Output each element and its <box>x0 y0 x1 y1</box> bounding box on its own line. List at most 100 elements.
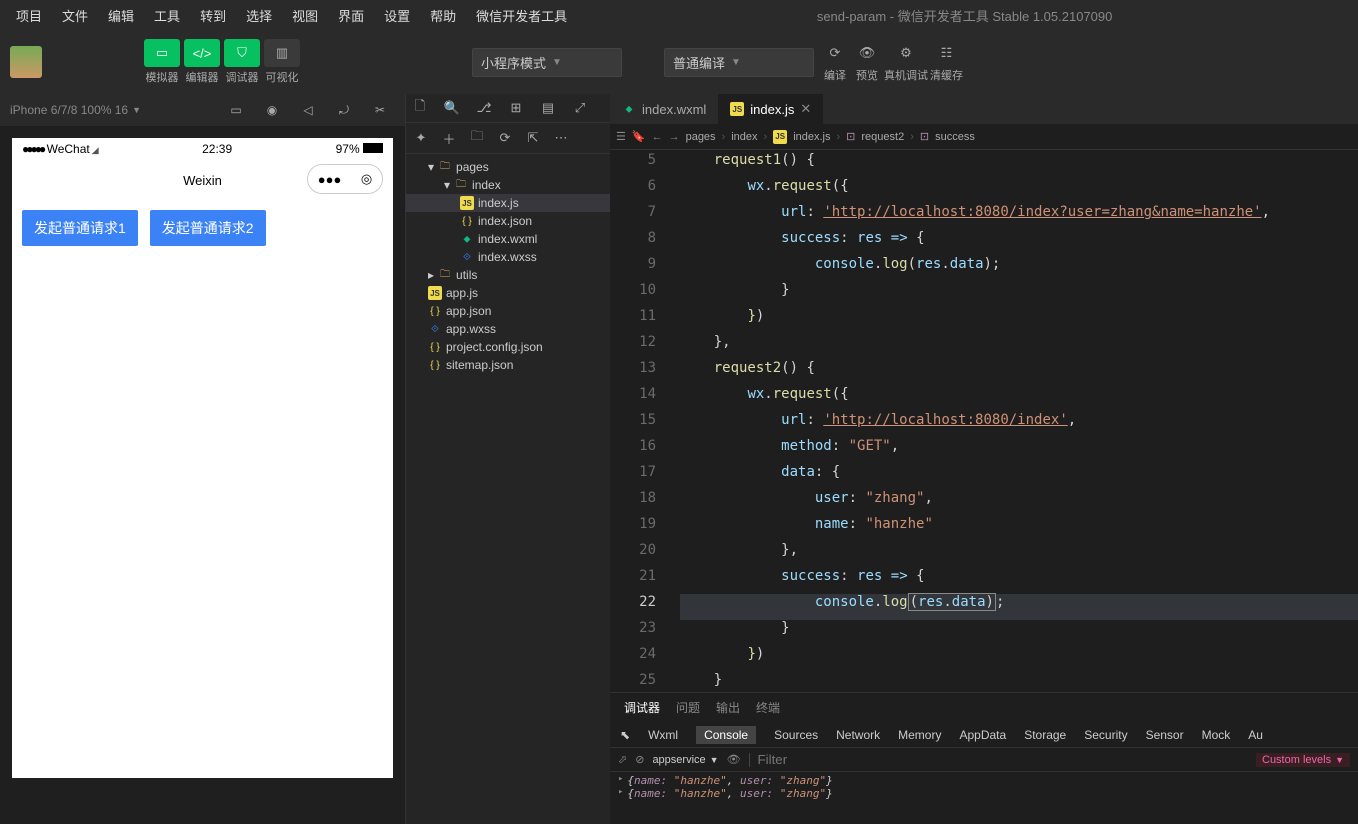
request2-button[interactable]: 发起普通请求2 <box>150 210 266 246</box>
filter-input[interactable] <box>758 752 1248 767</box>
dt-AppData[interactable]: AppData <box>959 728 1006 742</box>
panel-icon[interactable]: ▤ <box>538 98 558 118</box>
tab-index.wxml[interactable]: ⬥index.wxml <box>610 94 718 124</box>
tree-index.wxml[interactable]: ⬥ index.wxml <box>406 230 610 248</box>
bp-debugger[interactable]: 调试器 <box>624 699 660 716</box>
bc-2[interactable]: index.js <box>793 131 830 143</box>
code-editor[interactable]: 5678910111213141516171819202122232425 re… <box>610 150 1358 692</box>
new-file-icon[interactable]: ＋ <box>440 129 458 147</box>
visual-button[interactable]: ▥ <box>264 39 300 67</box>
bc-icon1[interactable]: ☰ <box>616 130 626 143</box>
tree-index.json[interactable]: { } index.json <box>406 212 610 230</box>
tree-index.js[interactable]: JS index.js <box>406 194 610 212</box>
tree-app.js[interactable]: JS app.js <box>406 284 610 302</box>
menu-视图[interactable]: 视图 <box>282 5 328 28</box>
dt-Console[interactable]: Console <box>696 726 756 744</box>
inspect-icon[interactable]: ⬀ <box>618 753 627 766</box>
mode-select[interactable]: 小程序模式▼ <box>472 48 622 77</box>
close-icon[interactable]: ✕ <box>800 101 811 117</box>
dt-Network[interactable]: Network <box>836 728 880 742</box>
new-folder-icon[interactable]: 🗀 <box>468 129 486 147</box>
menu-编辑[interactable]: 编辑 <box>98 5 144 28</box>
menu-微信开发者工具[interactable]: 微信开发者工具 <box>466 5 577 28</box>
refresh-icon[interactable]: ⟳ <box>496 129 514 147</box>
console-row[interactable]: ▸ {name: "hanzhe", user: "zhang"} <box>618 787 1350 800</box>
bc-fwd[interactable]: → <box>669 131 680 143</box>
console-row[interactable]: ▸ {name: "hanzhe", user: "zhang"} <box>618 774 1350 787</box>
bc-3[interactable]: request2 <box>861 131 904 143</box>
remote-debug-icon[interactable]: ⚙ <box>891 41 921 65</box>
search-icon[interactable]: 🔍 <box>442 98 462 118</box>
device-select[interactable]: iPhone 6/7/8 100% 16 ▼ <box>10 103 141 117</box>
menu-项目[interactable]: 项目 <box>6 5 52 28</box>
bp-terminal[interactable]: 终端 <box>756 699 780 716</box>
levels-select[interactable]: Custom levels ▼ <box>1256 753 1350 767</box>
menu-文件[interactable]: 文件 <box>52 5 98 28</box>
simulator-button[interactable]: ▭ <box>144 39 180 67</box>
dt-Security[interactable]: Security <box>1084 728 1127 742</box>
clear-cache-icon[interactable]: ☷ <box>932 41 962 65</box>
menu-dots-icon[interactable]: ●●● <box>318 172 342 187</box>
bp-output[interactable]: 输出 <box>716 699 740 716</box>
explorer-panel: 🗋 🔍 ⎇ ⊞ ▤ ⤢ ✦ ＋ 🗀 ⟳ ⇱ ⋯ ▾ 🗀 pages▾ 🗀 ind… <box>406 94 610 824</box>
dt-pointer[interactable]: ⬉ <box>620 728 630 742</box>
compile-icon[interactable]: ⟳ <box>820 41 850 65</box>
dt-Sources[interactable]: Sources <box>774 728 818 742</box>
cut-icon[interactable]: ✂ <box>365 98 395 122</box>
breadcrumb: ☰ 🔖 ← → pages› index› JSindex.js› ⊡reque… <box>610 124 1358 150</box>
rotate-icon[interactable]: ⤾ <box>329 98 359 122</box>
dt-Sensor[interactable]: Sensor <box>1146 728 1184 742</box>
bc-1[interactable]: index <box>731 131 757 143</box>
dt-Wxml[interactable]: Wxml <box>648 728 678 742</box>
mute-icon[interactable]: ◁ <box>293 98 323 122</box>
menu-界面[interactable]: 界面 <box>328 5 374 28</box>
compile-label: 普通编译 <box>673 53 725 72</box>
dt-Storage[interactable]: Storage <box>1024 728 1066 742</box>
close-target-icon[interactable]: ◎ <box>361 171 372 187</box>
bc-icon2[interactable]: 🔖 <box>632 130 646 143</box>
explorer-icon[interactable]: 🗋 <box>410 98 430 118</box>
menu-帮助[interactable]: 帮助 <box>420 5 466 28</box>
tree-app.json[interactable]: { } app.json <box>406 302 610 320</box>
compile-select[interactable]: 普通编译▼ <box>664 48 814 77</box>
bc-0[interactable]: pages <box>686 131 716 143</box>
compile-action-label: 编译 <box>824 67 846 83</box>
tree-sitemap.json[interactable]: { } sitemap.json <box>406 356 610 374</box>
record-icon[interactable]: ◉ <box>257 98 287 122</box>
preview-icon[interactable]: 👁 <box>852 41 882 65</box>
menu-设置[interactable]: 设置 <box>374 5 420 28</box>
avatar[interactable] <box>10 46 42 78</box>
bp-problems[interactable]: 问题 <box>676 699 700 716</box>
branch-icon[interactable]: ⎇ <box>474 98 494 118</box>
collapse-icon[interactable]: ⇱ <box>524 129 542 147</box>
bc-back[interactable]: ← <box>652 131 663 143</box>
tab-index.js[interactable]: JSindex.js✕ <box>718 94 823 124</box>
clear-console-icon[interactable]: ⊘ <box>635 753 644 766</box>
menu-工具[interactable]: 工具 <box>144 5 190 28</box>
debugger-button[interactable]: ⛉ <box>224 39 260 67</box>
tree-pages[interactable]: ▾ 🗀 pages <box>406 158 610 176</box>
dt-Mock[interactable]: Mock <box>1202 728 1231 742</box>
eye-icon[interactable]: 👁 <box>727 753 741 766</box>
capsule[interactable]: ●●● ◎ <box>307 164 383 194</box>
menu-选择[interactable]: 选择 <box>236 5 282 28</box>
device-icon[interactable]: ▭ <box>221 98 251 122</box>
tree-project.config.json[interactable]: { } project.config.json <box>406 338 610 356</box>
layout-icon[interactable]: ⊞ <box>506 98 526 118</box>
context-select[interactable]: appservice ▼ <box>652 754 718 766</box>
window-title: send-param - 微信开发者工具 Stable 1.05.2107090 <box>577 6 1352 25</box>
request1-button[interactable]: 发起普通请求1 <box>22 210 138 246</box>
expand-icon[interactable]: ⤢ <box>570 98 590 118</box>
tree-utils[interactable]: ▸ 🗀 utils <box>406 266 610 284</box>
more-icon[interactable]: ⋯ <box>552 129 570 147</box>
remote-label: 真机调试 <box>884 67 928 83</box>
tree-index.wxss[interactable]: ⟐ index.wxss <box>406 248 610 266</box>
bc-4[interactable]: success <box>935 131 975 143</box>
editor-button[interactable]: </> <box>184 39 220 67</box>
dt-Au[interactable]: Au <box>1248 728 1263 742</box>
tree-app.wxss[interactable]: ⟐ app.wxss <box>406 320 610 338</box>
dt-Memory[interactable]: Memory <box>898 728 941 742</box>
tree-index[interactable]: ▾ 🗀 index <box>406 176 610 194</box>
menu-转到[interactable]: 转到 <box>190 5 236 28</box>
action-a[interactable]: ✦ <box>412 129 430 147</box>
